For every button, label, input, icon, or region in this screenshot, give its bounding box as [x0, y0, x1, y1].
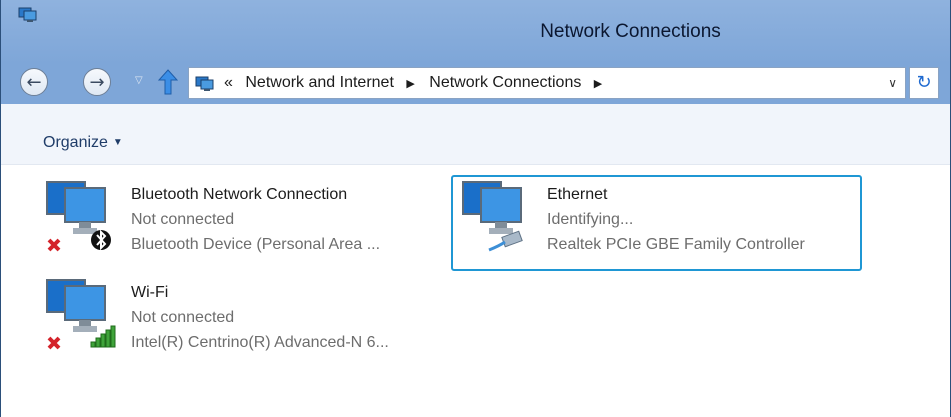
connection-device: Intel(R) Centrino(R) Advanced-N 6...	[131, 334, 389, 351]
forward-button[interactable]: →	[83, 68, 111, 96]
chevron-down-icon: ▼	[112, 137, 123, 148]
connection-status: Identifying...	[547, 211, 634, 228]
network-connections-window: Network Connections ← → ▽ « Network and …	[0, 0, 951, 417]
connection-item-ethernet[interactable]: Ethernet Identifying... Realtek PCIe GBE…	[459, 176, 859, 266]
connection-name: Bluetooth Network Connection	[131, 186, 348, 203]
connection-device: Bluetooth Device (Personal Area ...	[131, 236, 381, 253]
connection-status: Not connected	[131, 309, 235, 326]
window-title: Network Connections	[540, 21, 721, 42]
refresh-icon: ↻	[916, 72, 932, 93]
back-button[interactable]: ←	[20, 68, 48, 96]
connection-item-bluetooth[interactable]: Bluetooth Network Connection Not connect…	[43, 176, 443, 266]
address-bar[interactable]: « Network and Internet ▶ Network Connect…	[188, 67, 906, 99]
organize-menu-button[interactable]: Organize ▼	[43, 134, 123, 152]
breadcrumb-separator-icon[interactable]: ▶	[594, 78, 602, 90]
network-adapter-icon	[46, 181, 111, 252]
connection-name: Wi-Fi	[131, 284, 169, 301]
navigation-bar: ← → ▽ « Network and Internet ▶ Network C…	[1, 64, 950, 104]
up-folder-icon[interactable]	[158, 69, 178, 95]
back-arrow-icon: ←	[26, 72, 42, 93]
recent-locations-dropdown-icon[interactable]: ▽	[135, 75, 143, 86]
address-dropdown-icon[interactable]: ∨	[888, 76, 897, 90]
command-bar: Organize ▼	[1, 104, 950, 165]
x-error-icon	[47, 238, 61, 252]
breadcrumb-separator-icon[interactable]: ▶	[406, 78, 414, 90]
x-error-icon	[47, 336, 61, 350]
forward-arrow-icon: →	[89, 72, 105, 93]
network-folder-icon	[18, 7, 37, 22]
network-adapter-icon	[462, 181, 523, 252]
connection-status: Not connected	[131, 211, 235, 228]
breadcrumb-overflow[interactable]: «	[224, 74, 233, 91]
refresh-button[interactable]: ↻	[909, 67, 939, 99]
connection-name: Ethernet	[547, 186, 608, 203]
breadcrumb-network-and-internet[interactable]: Network and Internet	[245, 74, 394, 91]
ethernet-cable-icon	[488, 230, 523, 252]
breadcrumb-network-connections[interactable]: Network Connections	[429, 74, 581, 91]
breadcrumb: « Network and Internet ▶ Network Connect…	[224, 74, 612, 92]
network-adapter-icon	[46, 279, 116, 350]
connection-device: Realtek PCIe GBE Family Controller	[547, 236, 805, 253]
title-bar[interactable]: Network Connections	[1, 0, 950, 64]
connection-item-wifi[interactable]: Wi-Fi Not connected Intel(R) Centrino(R)…	[43, 274, 463, 364]
organize-label: Organize	[43, 134, 108, 151]
network-folder-icon	[195, 76, 214, 91]
